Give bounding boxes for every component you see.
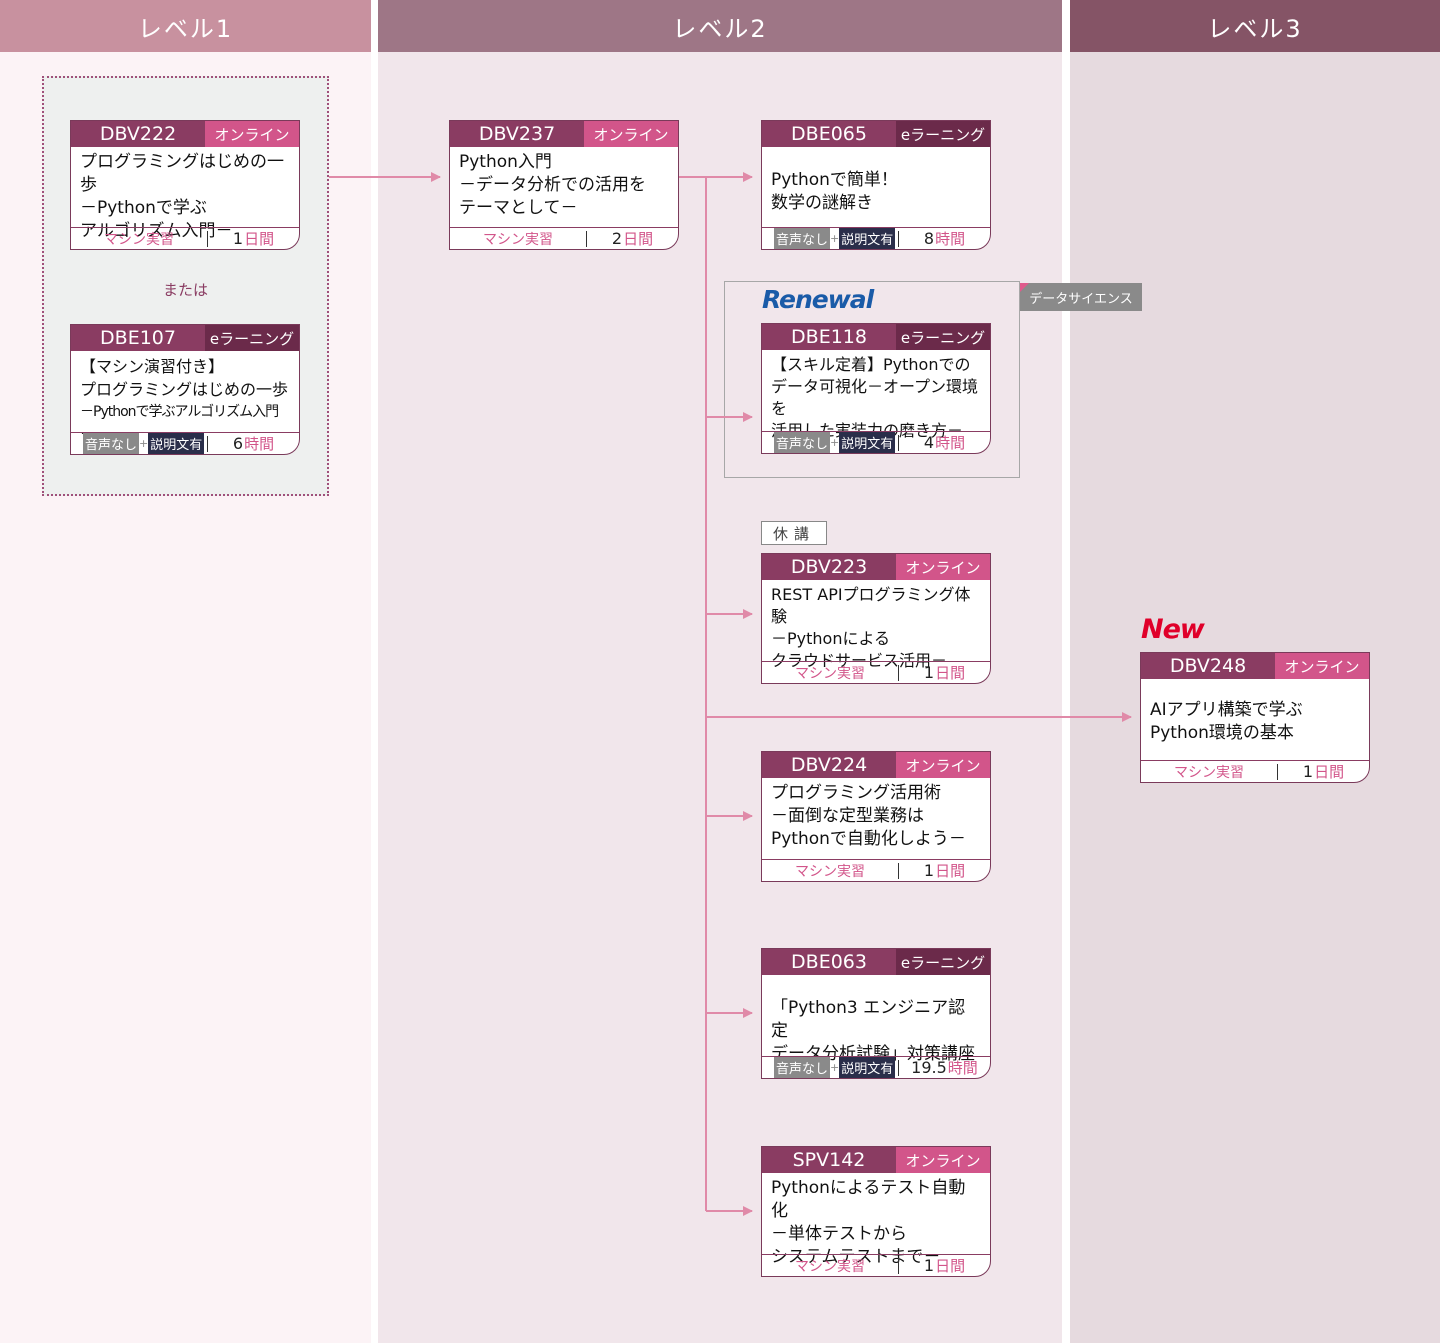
course-code: DBE107 <box>100 327 176 349</box>
course-title: Python入門 －データ分析での活用を テーマとして－ <box>459 152 646 218</box>
duration: 1 日間 <box>923 861 966 880</box>
delivery-type: オンライン <box>1275 653 1369 679</box>
course-card-dbe107[interactable]: DBE107 eラーニング 【マシン演習付き】 プログラミングはじめの一歩 －Pyth… <box>70 324 300 455</box>
course-code: DBV224 <box>790 754 868 776</box>
delivery-type: オンライン <box>584 121 678 147</box>
format-label: マシン実習 <box>483 231 553 248</box>
format-label: マシン実習 <box>795 665 865 682</box>
duration: 19.5 時間 <box>911 1058 978 1077</box>
duration: 8 時間 <box>923 229 966 248</box>
course-code: DBV237 <box>478 123 556 145</box>
delivery-type: eラーニング <box>896 121 990 147</box>
course-code: DBV223 <box>790 556 868 578</box>
course-card-dbv222[interactable]: DBV222 オンライン プログラミングはじめの一歩 －Pythonで学ぶ アルゴリズ… <box>70 120 300 250</box>
format-label: マシン実習 <box>104 231 174 248</box>
audio-badge: 音声なし + 説明文有 <box>71 433 207 454</box>
course-card-dbe063[interactable]: DBE063 eラーニング 「Python3 エンジニア認定 データ分析試験」対策講… <box>761 948 991 1079</box>
course-title: REST APIプログラミング体験 －Pythonによる クラウドサービス活用－ <box>771 585 971 670</box>
course-title: AIアプリ構築で学ぶ Python環境の基本 <box>1150 700 1303 743</box>
duration: 1 日間 <box>923 1256 966 1275</box>
delivery-type: オンライン <box>896 752 990 778</box>
course-code: DBE118 <box>791 326 867 348</box>
course-title: Pythonで簡単！ 数学の謎解き <box>771 170 898 213</box>
course-title: プログラミング活用術 －面倒な定型業務は Pythonで自動化しよう－ <box>771 783 966 849</box>
duration: 1 日間 <box>1302 762 1345 781</box>
course-card-dbe118[interactable]: DBE118 eラーニング 【スキル定着】Pythonでの データ可視化－オープン環… <box>761 323 991 454</box>
course-title: 「Python3 エンジニア認定 データ分析試験」対策講座 <box>771 998 975 1064</box>
format-label: マシン実習 <box>795 863 865 880</box>
course-card-dbe065[interactable]: DBE065 eラーニング Pythonで簡単！ 数学の謎解き 音声なし + 説明文有 8… <box>761 120 991 250</box>
duration: 4 時間 <box>923 433 966 452</box>
delivery-type: eラーニング <box>896 324 990 350</box>
duration: 1 日間 <box>923 663 966 682</box>
duration: 1 日間 <box>232 229 275 248</box>
course-card-spv142[interactable]: SPV142 オンライン Pythonによるテスト自動化 －単体テストから システムテ… <box>761 1146 991 1277</box>
course-card-dbv223[interactable]: DBV223 オンライン REST APIプログラミング体験 －Pythonによるク… <box>761 553 991 684</box>
course-code: SPV142 <box>792 1149 866 1171</box>
delivery-type: eラーニング <box>896 949 990 975</box>
format-label: マシン実習 <box>1174 764 1244 781</box>
delivery-type: eラーニング <box>205 325 299 351</box>
delivery-type: オンライン <box>205 121 299 147</box>
course-code: DBE063 <box>791 951 867 973</box>
course-title: 【スキル定着】Pythonでの データ可視化－オープン環境を 活用した実装力の磨き方… <box>771 355 979 440</box>
course-code: DBE065 <box>791 123 867 145</box>
audio-badge: 音声なし + 説明文有 <box>762 228 898 249</box>
course-card-dbv224[interactable]: DBV224 オンライン プログラミング活用術 －面倒な定型業務は Pythonで自動… <box>761 751 991 882</box>
course-card-dbv237[interactable]: DBV237 オンライン Python入門 －データ分析での活用を テーマとして－ マ… <box>449 120 679 250</box>
audio-badge: 音声なし + 説明文有 <box>762 432 898 453</box>
duration: 6 時間 <box>232 434 275 453</box>
audio-badge: 音声なし + 説明文有 <box>762 1057 898 1078</box>
course-code: DBV248 <box>1169 655 1247 677</box>
duration: 2 日間 <box>611 229 654 248</box>
delivery-type: オンライン <box>896 554 990 580</box>
course-code: DBV222 <box>99 123 177 145</box>
course-card-dbv248[interactable]: DBV248 オンライン AIアプリ構築で学ぶ Python環境の基本 マシン実習 1… <box>1140 652 1370 783</box>
format-label: マシン実習 <box>795 1258 865 1275</box>
delivery-type: オンライン <box>896 1147 990 1173</box>
